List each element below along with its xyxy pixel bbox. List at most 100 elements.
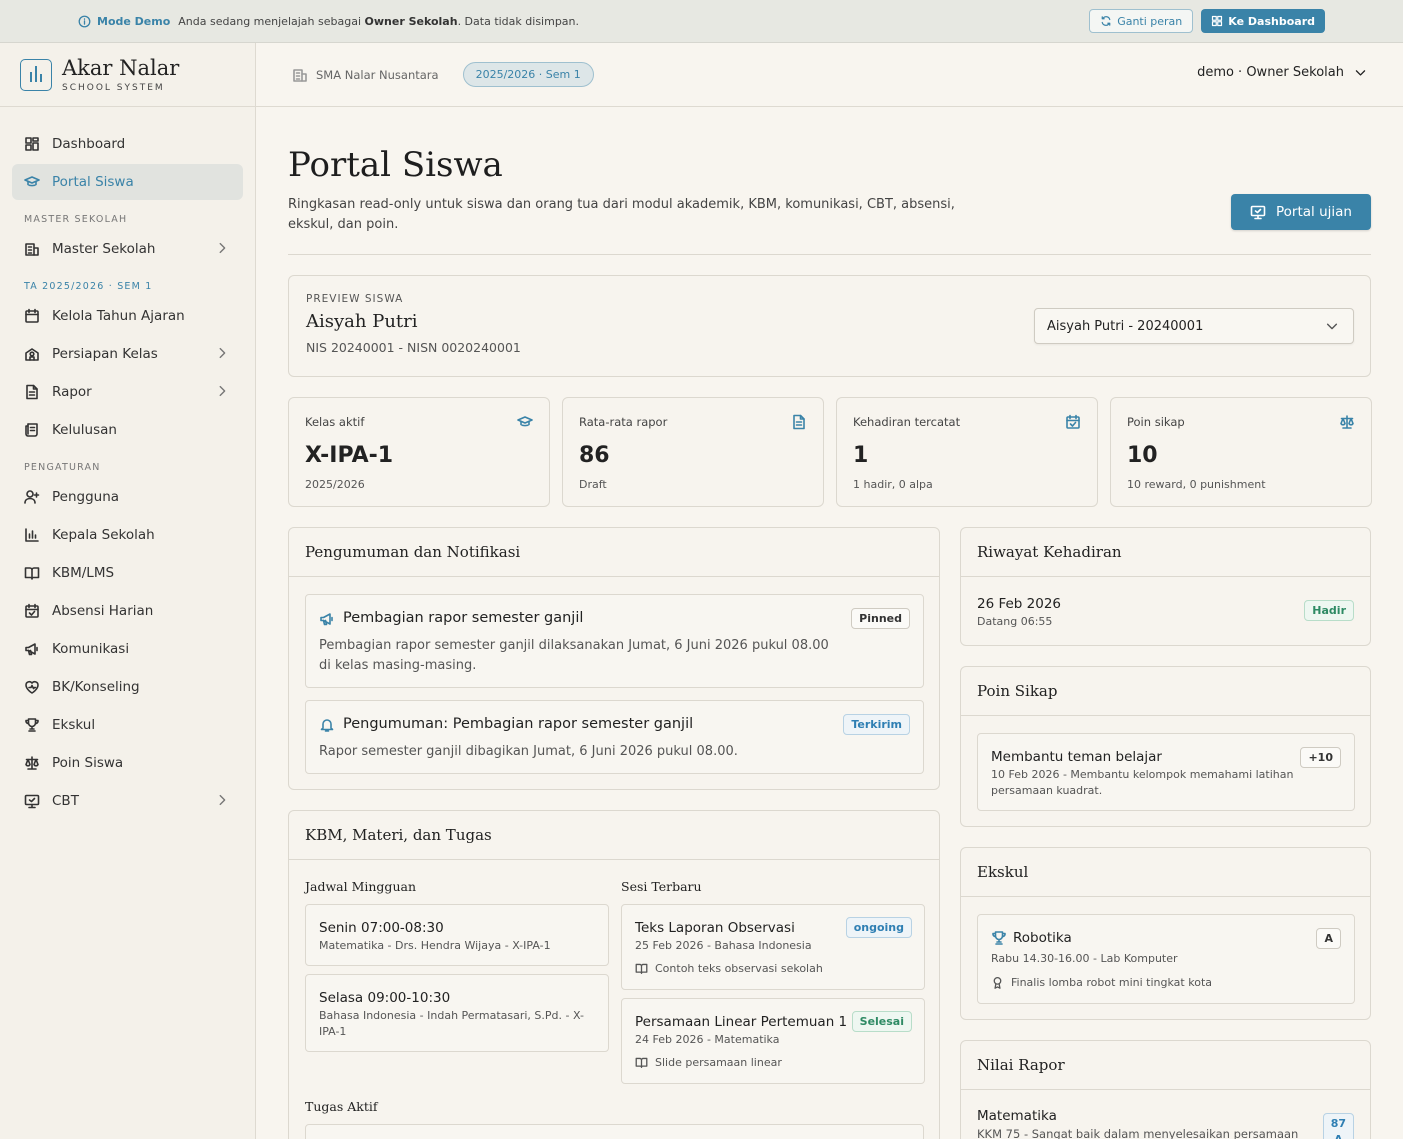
stat-card-poin: Poin sikap 10 10 reward, 0 punishment <box>1110 397 1372 507</box>
heart-icon <box>24 679 40 695</box>
to-dashboard-button[interactable]: Ke Dashboard <box>1201 9 1325 33</box>
points-badge: +10 <box>1300 747 1341 768</box>
sidebar-section-master: MASTER SEKOLAH <box>24 214 128 225</box>
schedule-item[interactable]: Selasa 09:00-10:30 Bahasa Indonesia - In… <box>305 974 609 1052</box>
session-item[interactable]: Teks Laporan Observasi 25 Feb 2026 - Bah… <box>621 904 925 990</box>
stat-card-rapor: Rata-rata rapor 86 Draft <box>562 397 824 507</box>
preview-caption: PREVIEW SISWA <box>306 293 404 305</box>
status-badge: Terkirim <box>843 714 910 735</box>
status-badge: Selesai <box>851 1011 912 1032</box>
student-select[interactable]: Aisyah Putri - 20240001 <box>1034 308 1354 344</box>
sidebar-item-dashboard[interactable]: Dashboard <box>12 126 243 162</box>
monitor-icon <box>24 793 40 809</box>
topbar: SMA Nalar Nusantara 2025/2026 · Sem 1 de… <box>256 43 1403 107</box>
sidebar-item-ekskul[interactable]: Ekskul <box>12 707 243 743</box>
chart-icon <box>24 527 40 543</box>
term-badge[interactable]: 2025/2026 · Sem 1 <box>462 62 594 87</box>
demo-message: Anda sedang menjelajah sebagai Owner Sek… <box>178 14 580 28</box>
user-menu[interactable]: demo · Owner Sekolah <box>1197 65 1367 80</box>
session-item[interactable]: Persamaan Linear Pertemuan 1 24 Feb 2026… <box>621 998 925 1084</box>
announcements-panel: Pengumuman dan Notifikasi Pembagian rapo… <box>288 527 940 790</box>
scroll-icon <box>24 422 40 438</box>
scale-icon <box>1339 414 1355 430</box>
sidebar-section-ta: TA 2025/2026 · SEM 1 <box>24 281 153 292</box>
sidebar-item-portal-siswa[interactable]: Portal Siswa <box>12 164 243 200</box>
sidebar-item-kelulusan[interactable]: Kelulusan <box>12 412 243 448</box>
grade-note: KKM 75 - Sangat baik dalam menyelesaikan… <box>977 1127 1299 1139</box>
monitor-icon <box>1250 204 1266 220</box>
points-item[interactable]: Membantu teman belajar 10 Feb 2026 - Mem… <box>977 733 1355 811</box>
grade-badge: A <box>1316 928 1341 949</box>
status-badge: ongoing <box>845 917 912 938</box>
sidebar-item-master-sekolah[interactable]: Master Sekolah <box>12 231 243 267</box>
dashboard-icon <box>24 136 40 152</box>
kbm-title: KBM, Materi, dan Tugas <box>289 811 939 860</box>
dashboard-icon <box>1211 15 1223 27</box>
sidebar-item-pengguna[interactable]: Pengguna <box>12 479 243 515</box>
attendance-title: Riwayat Kehadiran <box>961 528 1370 577</box>
building-icon <box>292 67 308 83</box>
attendance-arrival: Datang 06:55 <box>977 615 1053 628</box>
calendar-icon <box>24 308 40 324</box>
sidebar-section-settings: PENGATURAN <box>24 462 101 473</box>
sidebar-item-persiapan-kelas[interactable]: Persiapan Kelas <box>12 336 243 372</box>
chevron-right-icon <box>215 793 229 807</box>
sidebar-item-komunikasi[interactable]: Komunikasi <box>12 631 243 667</box>
attendance-panel: Riwayat Kehadiran 26 Feb 2026 Datang 06:… <box>960 527 1371 646</box>
grade-subject: Matematika <box>977 1108 1057 1124</box>
page-description: Ringkasan read-only untuk siswa dan oran… <box>288 197 955 232</box>
megaphone-icon <box>24 641 40 657</box>
tasks-title: Tugas Aktif <box>305 1099 378 1114</box>
sidebar-item-absensi-harian[interactable]: Absensi Harian <box>12 593 243 629</box>
calendar-check-icon <box>1065 414 1081 430</box>
sidebar-item-cbt[interactable]: CBT <box>12 783 243 819</box>
sidebar-item-kelola-tahun-ajaran[interactable]: Kelola Tahun Ajaran <box>12 298 243 334</box>
demo-mode-label: Mode Demo <box>97 14 171 28</box>
info-icon <box>78 15 91 28</box>
ekskul-item[interactable]: Robotika Rabu 14.30-16.00 - Lab Komputer… <box>977 914 1355 1004</box>
announcements-title: Pengumuman dan Notifikasi <box>289 528 939 577</box>
calendar-check-icon <box>24 603 40 619</box>
chevron-right-icon <box>215 241 229 255</box>
user-name: demo · Owner Sekolah <box>1197 65 1344 80</box>
brand-name: Akar Nalar <box>62 55 180 80</box>
megaphone-icon <box>319 611 335 627</box>
sidebar-item-poin-siswa[interactable]: Poin Siswa <box>12 745 243 781</box>
attendance-date: 26 Feb 2026 <box>977 596 1062 612</box>
sidebar-item-bk-konseling[interactable]: BK/Konseling <box>12 669 243 705</box>
task-item[interactable] <box>305 1124 924 1139</box>
sessions-title: Sesi Terbaru <box>621 879 702 894</box>
demo-banner: Mode Demo Anda sedang menjelajah sebagai… <box>0 0 1403 43</box>
brand-subtitle: SCHOOL SYSTEM <box>62 82 165 93</box>
stat-card-kehadiran: Kehadiran tercatat 1 1 hadir, 0 alpa <box>836 397 1098 507</box>
sidebar-item-kbm-lms[interactable]: KBM/LMS <box>12 555 243 591</box>
book-icon <box>24 565 40 581</box>
student-preview-card: PREVIEW SISWA Aisyah Putri NIS 20240001 … <box>288 275 1371 377</box>
brand[interactable]: Akar Nalar SCHOOL SYSTEM <box>0 43 255 107</box>
user-plus-icon <box>24 489 40 505</box>
points-panel: Poin Sikap Membantu teman belajar 10 Feb… <box>960 666 1371 827</box>
chevron-down-icon <box>1325 319 1339 333</box>
bell-icon <box>319 717 335 733</box>
schedule-item[interactable]: Senin 07:00-08:30 Matematika - Drs. Hend… <box>305 904 609 966</box>
announcement-item[interactable]: Pengumuman: Pembagian rapor semester gan… <box>305 700 924 774</box>
kbm-panel: KBM, Materi, dan Tugas Jadwal Mingguan S… <box>288 810 940 1139</box>
graduation-cap-icon <box>517 414 533 430</box>
sidebar-item-rapor[interactable]: Rapor <box>12 374 243 410</box>
refresh-icon <box>1100 15 1112 27</box>
grades-panel: Nilai Rapor Matematika KKM 75 - Sangat b… <box>960 1040 1371 1139</box>
announcement-item[interactable]: Pembagian rapor semester ganjil Pembagia… <box>305 594 924 688</box>
status-badge: Hadir <box>1304 600 1354 621</box>
grades-title: Nilai Rapor <box>961 1041 1370 1090</box>
school-name: SMA Nalar Nusantara <box>316 67 439 82</box>
divider <box>288 254 1371 255</box>
chevron-down-icon <box>1354 66 1367 79</box>
sidebar-nav: Dashboard Portal Siswa MASTER SEKOLAH Ma… <box>0 107 255 819</box>
file-icon <box>24 384 40 400</box>
exam-portal-button[interactable]: Portal ujian <box>1231 194 1371 230</box>
switch-role-button[interactable]: Ganti peran <box>1089 9 1194 33</box>
sidebar-item-kepala-sekolah[interactable]: Kepala Sekolah <box>12 517 243 553</box>
points-title: Poin Sikap <box>961 667 1370 716</box>
stat-card-kelas: Kelas aktif X-IPA-1 2025/2026 <box>288 397 550 507</box>
status-badge: Pinned <box>851 608 910 629</box>
